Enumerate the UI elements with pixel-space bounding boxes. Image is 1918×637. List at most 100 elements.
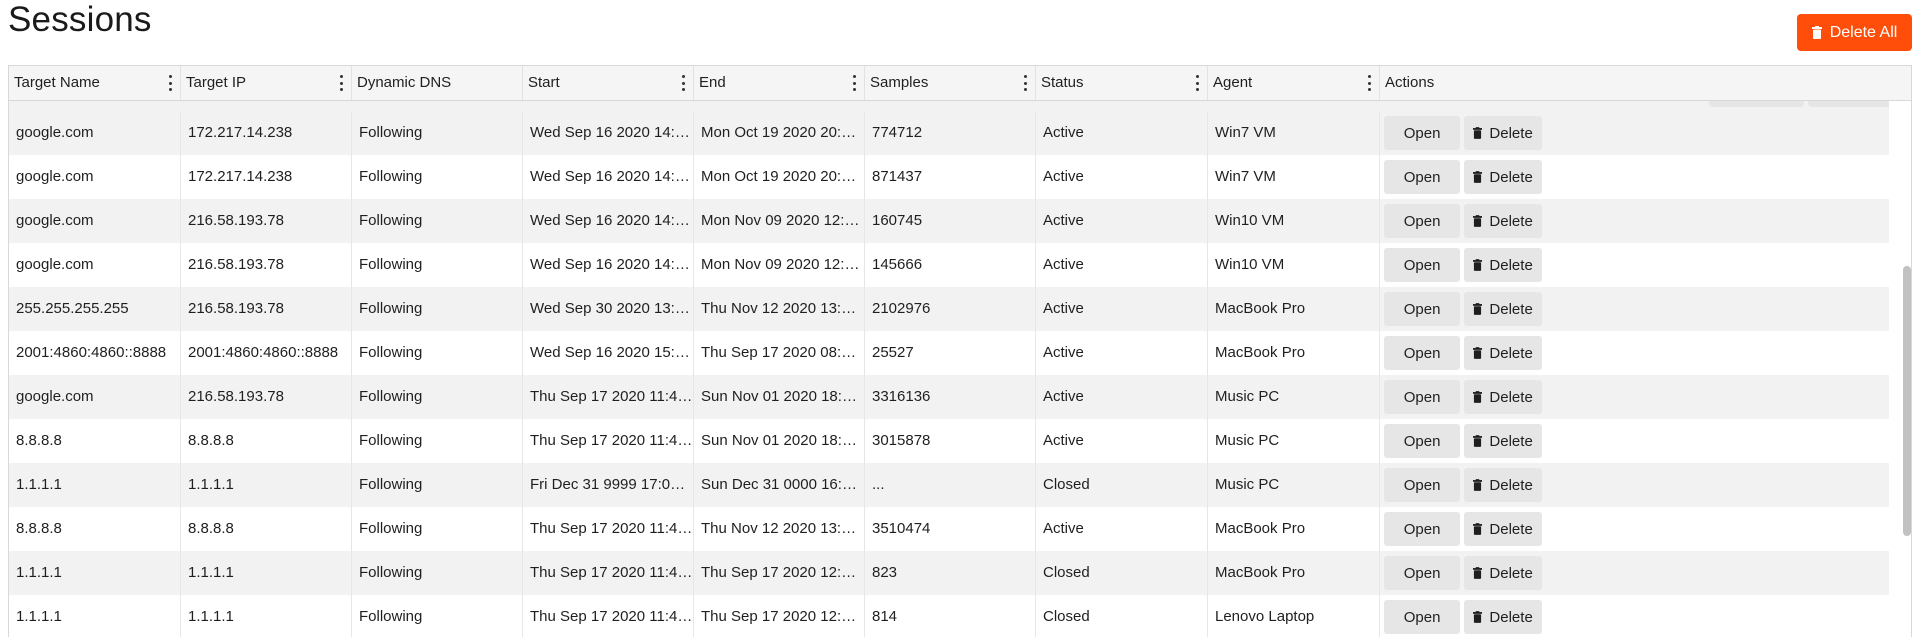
cell-status: Active [1036,507,1208,551]
column-header-label: Agent [1213,74,1253,91]
cell-start: Thu Sep 17 2020 11:42:5... [523,419,694,463]
cell-target-name: 1.1.1.1 [9,551,181,595]
cell-target-name: 8.8.8.8 [9,507,181,551]
cell-target-ip: 1.1.1.1 [181,595,352,637]
table-row[interactable]: 255.255.255.255 216.58.193.78 Following Wed… [9,287,1889,331]
open-button[interactable]: Open [1384,248,1461,282]
open-button-label: Open [1403,256,1441,274]
table-row[interactable]: google.com 172.217.14.238 Following Wed Sep… [9,111,1889,155]
table-row[interactable]: google.com 216.58.193.78 Following Wed Sep … [9,199,1889,243]
column-menu-icon[interactable] [168,75,172,91]
open-button[interactable]: Open [1384,556,1461,590]
delete-button-label: Delete [1489,344,1533,362]
column-header-label: Samples [870,74,929,91]
delete-button-partial[interactable] [1808,101,1889,107]
delete-all-button[interactable]: Delete All [1797,14,1912,51]
table-row[interactable]: 8.8.8.8 8.8.8.8 Following Thu Sep 17 2020 1… [9,419,1889,463]
open-button-label: Open [1403,388,1441,406]
open-button-label: Open [1403,212,1441,230]
delete-button[interactable]: Delete [1464,292,1542,326]
column-header-target-ip[interactable]: Target IP [181,66,352,100]
table-row[interactable]: google.com 216.58.193.78 Following Thu Sep … [9,375,1889,419]
open-button[interactable]: Open [1384,292,1461,326]
open-button[interactable]: Open [1384,380,1461,414]
column-menu-icon[interactable] [1195,75,1199,91]
cell-target-ip: 1.1.1.1 [181,463,352,507]
open-button[interactable]: Open [1384,512,1461,546]
cell-start: Wed Sep 16 2020 14:13:2... [523,155,694,199]
open-button[interactable]: Open [1384,468,1461,502]
cell-target-name: 1.1.1.1 [9,463,181,507]
table-row[interactable]: 2001:4860:4860::8888 2001:4860:4860::8888… [9,331,1889,375]
trash-icon [1473,303,1483,315]
column-header-end[interactable]: End [694,66,865,100]
trash-icon [1473,479,1483,491]
column-header-agent[interactable]: Agent [1208,66,1380,100]
grid-header: Target Name Target IP Dynamic DNS Start End S… [9,66,1911,101]
cell-start: Thu Sep 17 2020 11:43:24... [523,595,694,637]
delete-button[interactable]: Delete [1464,380,1542,414]
open-button[interactable]: Open [1384,336,1461,370]
delete-button[interactable]: Delete [1464,600,1542,634]
cell-samples: 2102976 [865,287,1036,331]
column-header-samples[interactable]: Samples [865,66,1036,100]
cell-target-ip: 216.58.193.78 [181,243,352,287]
delete-button[interactable]: Delete [1464,512,1542,546]
column-header-target-name[interactable]: Target Name [9,66,181,100]
column-header-dynamic-dns[interactable]: Dynamic DNS [352,66,523,100]
open-button[interactable]: Open [1384,160,1461,194]
cell-actions: Open Delete [1380,331,1542,375]
cell-target-name: 255.255.255.255 [9,287,181,331]
open-button[interactable]: Open [1384,116,1461,150]
delete-button[interactable]: Delete [1464,424,1542,458]
cell-end: Mon Oct 19 2020 20:29:4... [694,155,865,199]
column-header-start[interactable]: Start [523,66,694,100]
cell-status: Active [1036,419,1208,463]
delete-button-label: Delete [1489,608,1533,626]
table-row[interactable]: google.com 172.217.14.238 Following Wed Sep… [9,155,1889,199]
column-menu-icon[interactable] [681,75,685,91]
cell-samples: 160745 [865,199,1036,243]
cell-status: Closed [1036,463,1208,507]
sessions-grid: Target Name Target IP Dynamic DNS Start End S… [8,65,1912,637]
cell-dynamic-dns: Following [352,595,523,637]
table-row[interactable]: google.com 216.58.193.78 Following Wed Sep … [9,243,1889,287]
trash-icon [1473,435,1483,447]
cell-actions: Open Delete [1380,595,1542,637]
cell-target-ip: 216.58.193.78 [181,287,352,331]
cell-actions: Open Delete [1380,551,1542,595]
delete-button[interactable]: Delete [1464,248,1542,282]
column-menu-icon[interactable] [339,75,343,91]
delete-button[interactable]: Delete [1464,116,1542,150]
open-button-partial[interactable] [1709,101,1804,107]
cell-dynamic-dns: Following [352,419,523,463]
column-header-actions[interactable]: Actions [1380,66,1542,100]
delete-button[interactable]: Delete [1464,556,1542,590]
column-menu-icon[interactable] [1367,75,1371,91]
open-button[interactable]: Open [1384,204,1461,238]
cell-actions: Open Delete [1380,375,1542,419]
table-row[interactable]: 1.1.1.1 1.1.1.1 Following Fri Dec 31 9999 1… [9,463,1889,507]
delete-button[interactable]: Delete [1464,468,1542,502]
cell-agent: MacBook Pro [1208,287,1380,331]
column-menu-icon[interactable] [852,75,856,91]
cell-agent: Music PC [1208,463,1380,507]
cell-status: Closed [1036,551,1208,595]
cell-dynamic-dns: Following [352,243,523,287]
table-row[interactable]: 1.1.1.1 1.1.1.1 Following Thu Sep 17 2020 1… [9,551,1889,595]
delete-button[interactable]: Delete [1464,204,1542,238]
cell-target-name: google.com [9,375,181,419]
table-row[interactable]: 8.8.8.8 8.8.8.8 Following Thu Sep 17 2020 1… [9,507,1889,551]
table-row[interactable]: 1.1.1.1 1.1.1.1 Following Thu Sep 17 2020 1… [9,595,1889,637]
scrollbar-thumb[interactable] [1903,266,1911,536]
open-button[interactable]: Open [1384,424,1461,458]
cell-dynamic-dns: Following [352,507,523,551]
cell-start: Wed Sep 16 2020 14:13:2... [523,111,694,155]
delete-button-label: Delete [1489,388,1533,406]
delete-button[interactable]: Delete [1464,160,1542,194]
delete-button[interactable]: Delete [1464,336,1542,370]
open-button[interactable]: Open [1384,600,1461,634]
column-menu-icon[interactable] [1023,75,1027,91]
column-header-status[interactable]: Status [1036,66,1208,100]
grid-body: google.com 172.217.14.238 Following Wed Sep… [9,101,1889,637]
